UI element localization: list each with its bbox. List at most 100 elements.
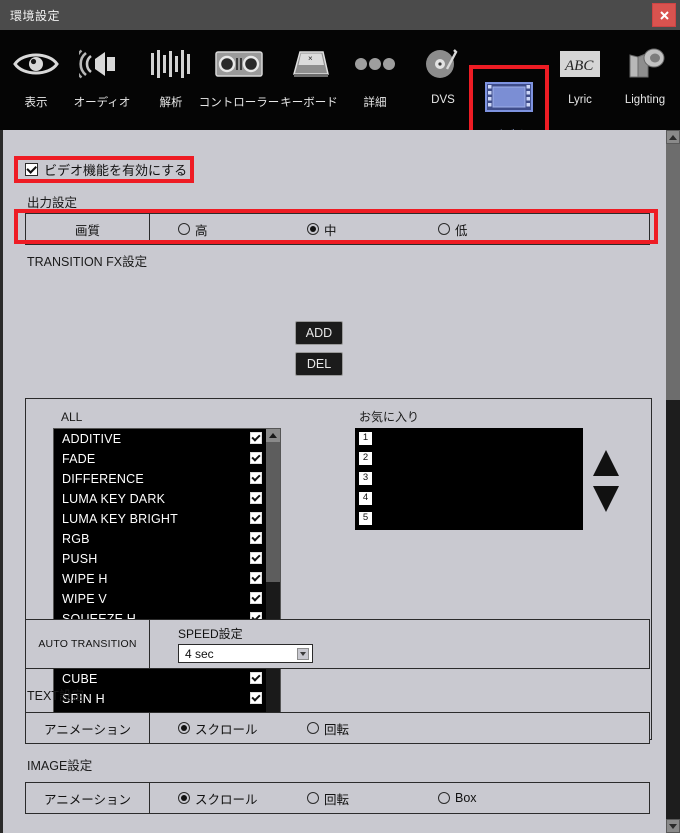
tab-label: 詳細 xyxy=(363,97,387,109)
listbox-scrollbar[interactable] xyxy=(266,429,280,729)
list-item-checkbox-icon[interactable] xyxy=(250,572,262,584)
tab-label: Lyric xyxy=(568,94,592,106)
list-item-checkbox-icon[interactable] xyxy=(250,552,262,564)
list-item-label: ADDITIVE xyxy=(62,432,122,446)
text-animation-option-scroll[interactable]: スクロール xyxy=(178,719,258,738)
favorite-row[interactable]: 2 xyxy=(355,448,583,468)
scroll-thumb[interactable] xyxy=(266,442,280,582)
list-item-label: FADE xyxy=(62,452,96,466)
list-item-checkbox-icon[interactable] xyxy=(250,592,262,604)
list-item[interactable]: DIFFERENCE xyxy=(54,469,280,489)
list-item-checkbox-icon[interactable] xyxy=(250,512,262,524)
list-item[interactable]: FADE xyxy=(54,449,280,469)
favorites-listbox[interactable]: 1 2 3 4 5 xyxy=(355,428,583,530)
list-item-label: CUBE xyxy=(62,672,98,686)
list-item-checkbox-icon[interactable] xyxy=(250,452,262,464)
all-fx-listbox[interactable]: ADDITIVE FADE DIFFERENCE LUMA KEY DARK LUMA … xyxy=(53,428,281,730)
tab-controller[interactable]: コントローラー xyxy=(199,36,279,126)
list-item[interactable]: WIPE H xyxy=(54,569,280,589)
radio-label: 高 xyxy=(195,223,208,238)
tab-lyric[interactable]: ABC Lyric xyxy=(548,36,612,126)
svg-text:ABC: ABC xyxy=(564,58,594,74)
image-animation-option-scroll[interactable]: スクロール xyxy=(178,789,258,808)
quality-option-medium[interactable]: 中 xyxy=(307,220,337,239)
text-animation-row: アニメーション スクロール 回転 xyxy=(25,712,650,744)
page-scroll-up-icon[interactable] xyxy=(666,130,680,144)
move-down-icon[interactable] xyxy=(593,486,619,512)
list-item-checkbox-icon[interactable] xyxy=(250,532,262,544)
all-fx-rows: ADDITIVE FADE DIFFERENCE LUMA KEY DARK LUMA … xyxy=(54,429,280,729)
ellipsis-icon xyxy=(353,36,397,92)
list-item-checkbox-icon[interactable] xyxy=(250,492,262,504)
tab-analysis[interactable]: 解析 xyxy=(139,36,203,126)
list-item[interactable]: CUBE xyxy=(54,669,280,689)
quality-option-high[interactable]: 高 xyxy=(178,220,208,239)
favorite-row[interactable]: 5 xyxy=(355,508,583,528)
radio-icon-selected xyxy=(307,223,319,235)
list-item[interactable]: SPIN H xyxy=(54,689,280,709)
speed-setting-label: SPEED設定 xyxy=(178,627,243,641)
list-item-checkbox-icon[interactable] xyxy=(250,692,262,704)
radio-icon xyxy=(438,792,450,804)
controller-icon xyxy=(215,36,263,92)
tab-lighting[interactable]: Lighting xyxy=(613,36,677,126)
tab-label: オーディオ xyxy=(73,97,131,109)
favorite-index: 1 xyxy=(359,431,372,445)
window-title: 環境設定 xyxy=(10,9,61,23)
radio-label: 中 xyxy=(324,223,337,238)
add-button[interactable]: ADD xyxy=(295,321,343,345)
quality-options: 高 中 低 xyxy=(150,214,649,244)
eye-icon xyxy=(13,36,59,92)
title-bar: 環境設定 xyxy=(0,0,680,30)
text-animation-options: スクロール 回転 xyxy=(150,713,649,743)
list-item-checkbox-icon[interactable] xyxy=(250,672,262,684)
tab-audio[interactable]: オーディオ xyxy=(70,36,134,126)
page-scroll-thumb[interactable] xyxy=(666,144,680,400)
list-item[interactable]: PUSH xyxy=(54,549,280,569)
text-animation-option-rotate[interactable]: 回転 xyxy=(307,719,349,738)
list-item[interactable]: LUMA KEY BRIGHT xyxy=(54,509,280,529)
page-scroll-down-icon[interactable] xyxy=(666,819,680,833)
enable-video-checkbox[interactable]: ビデオ機能を有効にする xyxy=(25,160,187,179)
tab-dvs[interactable]: DVS xyxy=(411,36,475,126)
close-button[interactable] xyxy=(652,3,676,27)
image-section-label: IMAGE設定 xyxy=(27,759,93,773)
text-section-label: TEXT設定 xyxy=(27,689,84,703)
preferences-window: 環境設定 表示 オーディオ 解析 コントローラー × キーボード 詳細 DVS … xyxy=(0,0,680,833)
del-button[interactable]: DEL xyxy=(295,352,343,376)
chevron-down-icon xyxy=(297,647,309,660)
tab-keyboard[interactable]: × キーボード xyxy=(275,36,343,126)
image-animation-row: アニメーション スクロール 回転 Box xyxy=(25,782,650,814)
tab-display[interactable]: 表示 xyxy=(4,36,68,126)
list-item[interactable]: WIPE V xyxy=(54,589,280,609)
list-item-label: WIPE H xyxy=(62,572,108,586)
reorder-arrows[interactable] xyxy=(593,450,619,512)
image-animation-options: スクロール 回転 Box xyxy=(150,783,649,813)
speed-dropdown[interactable]: 4 sec xyxy=(178,644,313,663)
list-item[interactable]: RGB xyxy=(54,529,280,549)
quality-option-low[interactable]: 低 xyxy=(438,220,468,239)
list-item-label: RGB xyxy=(62,532,90,546)
tab-label: Lighting xyxy=(624,94,666,106)
radio-icon xyxy=(307,722,319,734)
list-item-label: DIFFERENCE xyxy=(62,472,144,486)
tab-detail[interactable]: 詳細 xyxy=(343,36,407,126)
list-item-checkbox-icon[interactable] xyxy=(250,432,262,444)
favorite-row[interactable]: 3 xyxy=(355,468,583,488)
favorite-index: 4 xyxy=(359,491,372,505)
page-scrollbar[interactable] xyxy=(666,130,680,833)
list-item-checkbox-icon[interactable] xyxy=(250,472,262,484)
close-icon xyxy=(659,10,669,20)
favorite-index: 3 xyxy=(359,471,372,485)
favorite-row[interactable]: 4 xyxy=(355,488,583,508)
quality-row-header: 画質 xyxy=(26,214,150,244)
scroll-up-icon[interactable] xyxy=(266,429,280,442)
image-animation-option-box[interactable]: Box xyxy=(438,791,477,805)
favorite-row[interactable]: 1 xyxy=(355,428,583,448)
checkbox-icon xyxy=(25,163,38,176)
list-item[interactable]: ADDITIVE xyxy=(54,429,280,449)
move-up-icon[interactable] xyxy=(593,450,619,476)
list-item[interactable]: LUMA KEY DARK xyxy=(54,489,280,509)
list-item-label: LUMA KEY DARK xyxy=(62,492,166,506)
image-animation-option-rotate[interactable]: 回転 xyxy=(307,789,349,808)
